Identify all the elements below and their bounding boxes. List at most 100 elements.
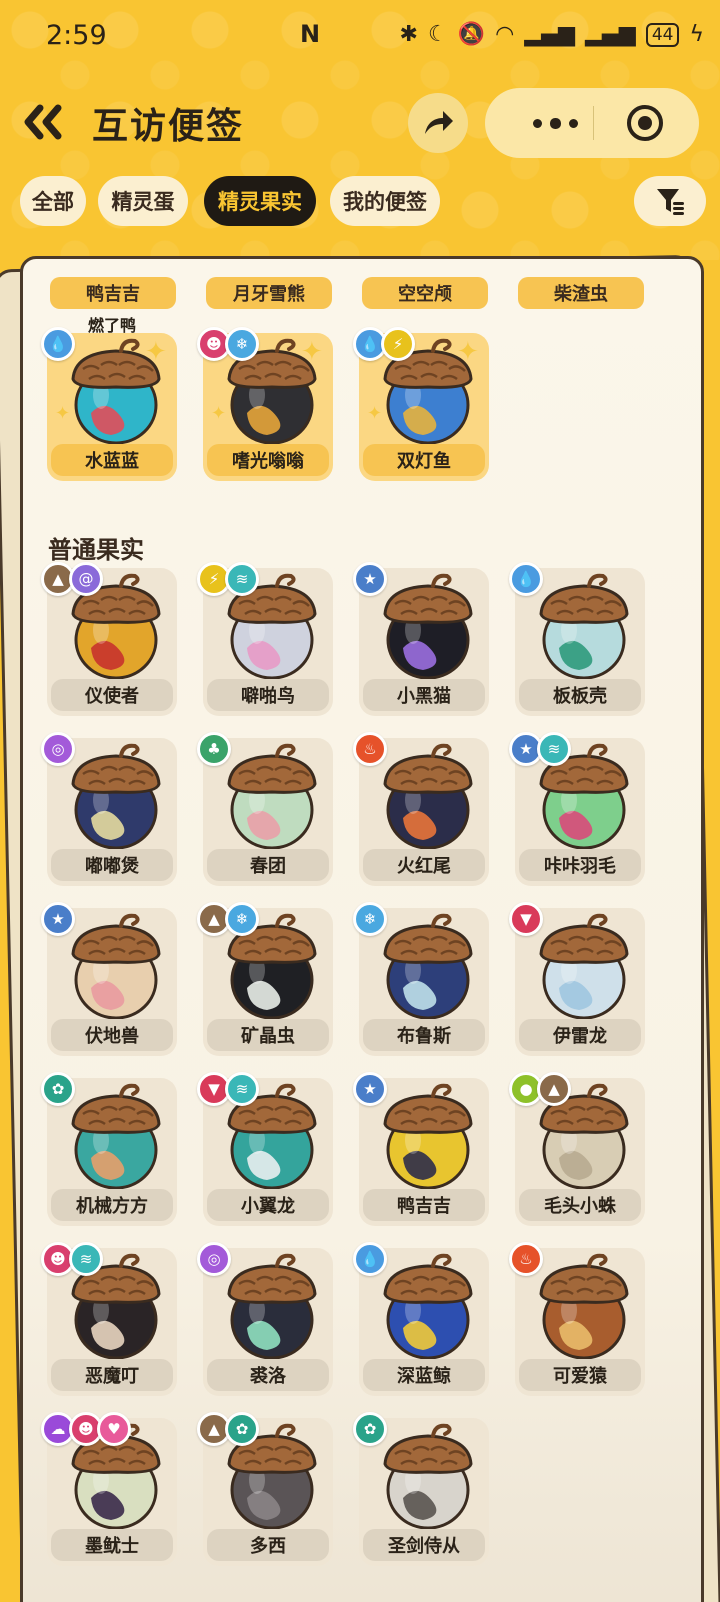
- acorn-fruit-icon: [71, 743, 161, 850]
- wing-type-icon: ≋: [225, 1072, 259, 1106]
- fruit-name: 咔咔羽毛: [519, 849, 641, 881]
- sparkle-icon: ✦: [55, 403, 71, 424]
- wing-type-icon: ≋: [537, 732, 571, 766]
- fruit-name: 小翼龙: [207, 1189, 329, 1221]
- acorn-fruit-icon: [383, 1253, 473, 1360]
- acorn-fruit-icon: [383, 573, 473, 680]
- fruit-card[interactable]: ✦ ✦ 💧 水蓝蓝: [41, 327, 177, 481]
- acorn-fruit-icon: [383, 1423, 473, 1530]
- miniprogram-capsule: [485, 88, 699, 158]
- ice-type-icon: ❄: [225, 902, 259, 936]
- share-button[interactable]: [408, 93, 468, 153]
- status-bar: 2:59 N ✱ ☾ 🔕 ◠ ▂▄▆ ▂▄▆ 44 ϟ: [0, 0, 720, 74]
- fruit-card[interactable]: ★ 鸭吉吉: [353, 1072, 489, 1226]
- acorn-fruit-icon: [71, 913, 161, 1020]
- fruit-card[interactable]: ✿ 机械方方: [41, 1072, 177, 1226]
- type-badges: 💧: [353, 1242, 387, 1276]
- type-badges: ♨: [509, 1242, 543, 1276]
- fruit-card[interactable]: ⚡ ≋ 噼啪鸟: [197, 562, 333, 716]
- tab-all[interactable]: 全部: [20, 176, 86, 226]
- mech-type-icon: ✿: [41, 1072, 75, 1106]
- fruit-card[interactable]: ★ 小黑猫: [353, 562, 489, 716]
- fruit-card[interactable]: ▼ 伊雷龙: [509, 902, 645, 1056]
- bluetooth-icon: ✱: [399, 22, 418, 47]
- water-type-icon: 💧: [353, 1242, 387, 1276]
- type-badges: ★ ≋: [509, 732, 571, 766]
- dot-icon: [568, 118, 578, 128]
- poison-type-icon: ◎: [41, 732, 75, 766]
- fruit-card[interactable]: ◎ 裘洛: [197, 1242, 333, 1396]
- tab-spirit-egg[interactable]: 精灵蛋: [98, 176, 188, 226]
- fruit-name: 噼啪鸟: [207, 679, 329, 711]
- acorn-fruit-icon: [383, 1083, 473, 1190]
- fire-type-icon: ♨: [353, 732, 387, 766]
- fruit-name: 布鲁斯: [363, 1019, 485, 1051]
- acorn-fruit-icon: [227, 743, 317, 850]
- tab-spirit-fruit[interactable]: 精灵果实: [204, 176, 316, 226]
- sparkle-icon: ✦: [145, 337, 167, 367]
- fruit-card[interactable]: ♨ 火红尾: [353, 732, 489, 886]
- fruit-name: 矿晶虫: [207, 1019, 329, 1051]
- fruit-name: 水蓝蓝: [51, 444, 173, 476]
- type-badges: ★: [41, 902, 75, 936]
- fruit-card[interactable]: ▼ ≋ 小翼龙: [197, 1072, 333, 1226]
- fruit-name: 双灯鱼: [363, 444, 485, 476]
- fruit-card[interactable]: 💧 板板壳: [509, 562, 645, 716]
- type-badges: ★: [353, 562, 387, 596]
- fruit-card[interactable]: ● ▲ 毛头小蛛: [509, 1072, 645, 1226]
- wifi-icon: ◠: [495, 22, 515, 47]
- fruit-card[interactable]: ✦ ✦ 💧 ⚡ 双灯鱼: [353, 327, 489, 481]
- fruit-name: 深蓝鲸: [363, 1359, 485, 1391]
- fruit-card-label[interactable]: 空空颅: [362, 277, 488, 309]
- acorn-fruit-icon: [227, 1253, 317, 1360]
- sparkle-icon: ✦: [457, 337, 479, 367]
- back-button[interactable]: [20, 100, 70, 144]
- fruit-card[interactable]: ★ 伏地兽: [41, 902, 177, 1056]
- close-miniprogram-icon[interactable]: [627, 105, 663, 141]
- fruit-name: 墨鱿士: [51, 1529, 173, 1561]
- fruit-card-label[interactable]: 柴渣虫: [518, 277, 644, 309]
- fruit-name: 仪使者: [51, 679, 173, 711]
- capsule-divider: [593, 106, 594, 140]
- fruit-card[interactable]: 💧 深蓝鲸: [353, 1242, 489, 1396]
- type-badges: ☻ ❄: [197, 327, 259, 361]
- fruit-card[interactable]: ❄ 布鲁斯: [353, 902, 489, 1056]
- fruit-card-label[interactable]: 月牙雪熊: [206, 277, 332, 309]
- fruit-card[interactable]: ★ ≋ 咔咔羽毛: [509, 732, 645, 886]
- fruit-name: 伊雷龙: [519, 1019, 641, 1051]
- type-badges: ♨: [353, 732, 387, 766]
- type-badges: ★: [353, 1072, 387, 1106]
- fruit-name: 小黑猫: [363, 679, 485, 711]
- status-icons: ✱ ☾ 🔕 ◠ ▂▄▆ ▂▄▆ 44 ϟ: [400, 22, 704, 47]
- fruit-card[interactable]: ♨ 可爱猿: [509, 1242, 645, 1396]
- page-title: 互访便签: [92, 106, 245, 147]
- type-badges: ▼: [509, 902, 543, 936]
- fruit-card[interactable]: ▲ @ 仪使者: [41, 562, 177, 716]
- battery-icon: 44: [645, 22, 680, 47]
- poison-type-icon: ◎: [197, 1242, 231, 1276]
- mech-type-icon: ✿: [225, 1412, 259, 1446]
- wing-type-icon: ≋: [69, 1242, 103, 1276]
- grass-type-icon: ♣: [197, 732, 231, 766]
- filter-button[interactable]: [634, 176, 706, 226]
- tab-my-notes[interactable]: 我的便签: [330, 176, 440, 226]
- section-title-normal-fruit: 普通果实: [48, 536, 144, 564]
- fruit-card[interactable]: ♣ 春团: [197, 732, 333, 886]
- share-arrow-icon: [425, 111, 453, 134]
- fruit-card[interactable]: ◎ 嘟嘟煲: [41, 732, 177, 886]
- water-type-icon: 💧: [41, 327, 75, 361]
- fruit-name: 多西: [207, 1529, 329, 1561]
- fruit-card[interactable]: ✿ 圣剑侍从: [353, 1412, 489, 1566]
- fruit-card-label[interactable]: 鸭吉吉: [50, 277, 176, 309]
- fruit-card[interactable]: ☁ ☻ ♥ 墨鱿士: [41, 1412, 177, 1566]
- more-menu-button[interactable]: [515, 88, 595, 158]
- acorn-fruit-icon: [539, 913, 629, 1020]
- acorn-fruit-icon: [539, 1253, 629, 1360]
- fruit-name: 鸭吉吉: [363, 1189, 485, 1221]
- fruit-card[interactable]: ▲ ✿ 多西: [197, 1412, 333, 1566]
- type-badges: ⚡ ≋: [197, 562, 259, 596]
- fruit-card[interactable]: ✦ ✦ ☻ ❄ 嗜光嗡嗡: [197, 327, 333, 481]
- star-type-icon: ★: [353, 562, 387, 596]
- fruit-card[interactable]: ▲ ❄ 矿晶虫: [197, 902, 333, 1056]
- fruit-card[interactable]: ☻ ≋ 恶魔叮: [41, 1242, 177, 1396]
